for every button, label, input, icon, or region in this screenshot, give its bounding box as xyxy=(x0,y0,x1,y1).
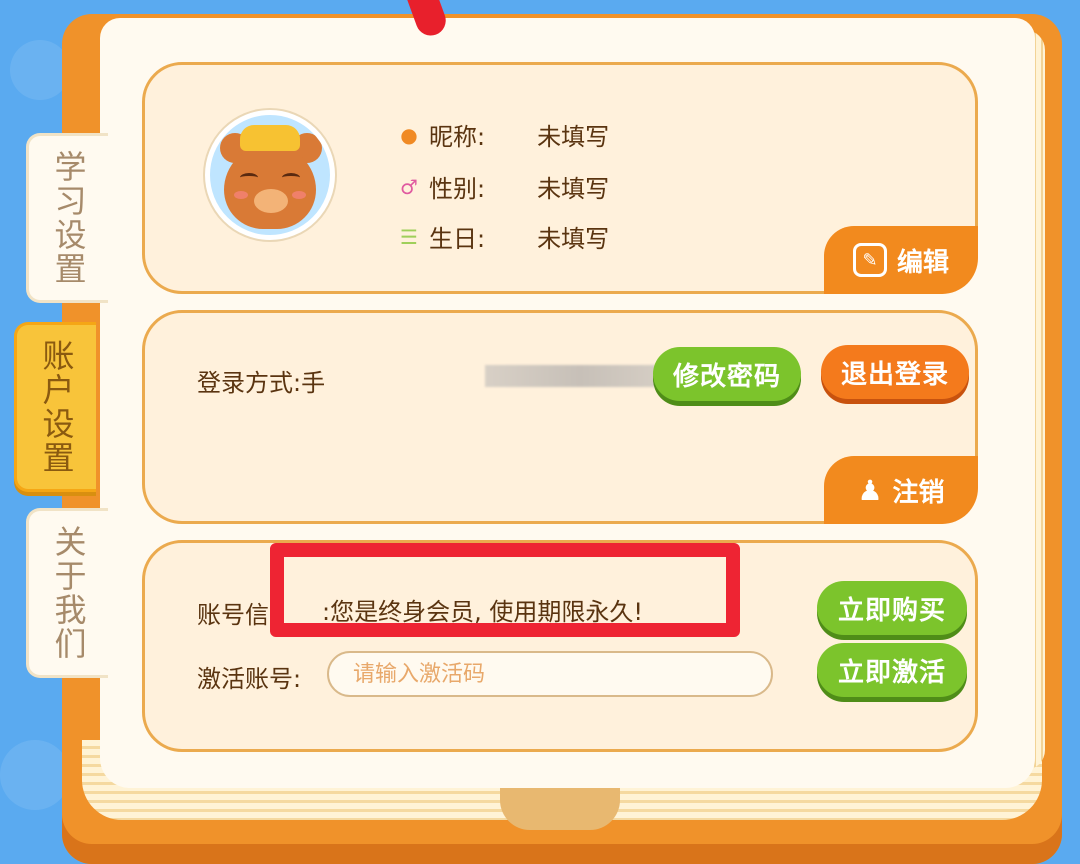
nickname-row: ● 昵称: 未填写 xyxy=(395,117,609,152)
activation-code-input[interactable] xyxy=(327,651,773,697)
cake-icon: ☰ xyxy=(400,224,418,249)
cancel-account-button[interactable]: ♟ 注销 xyxy=(824,456,978,524)
user-remove-icon: ♟ xyxy=(857,473,883,507)
change-password-button[interactable]: 修改密码 xyxy=(653,347,801,401)
background-dot xyxy=(10,40,70,100)
gender-value: 未填写 xyxy=(537,175,610,203)
birthday-label: 生日: xyxy=(429,225,486,253)
gender-label: 性别: xyxy=(429,175,486,203)
tab-study-settings[interactable]: 学习设置 xyxy=(26,133,108,303)
buy-now-button[interactable]: 立即购买 xyxy=(817,581,967,635)
bear-head xyxy=(224,145,316,229)
person-icon: ● xyxy=(400,122,418,147)
bear-cheek xyxy=(292,191,306,199)
logout-button[interactable]: 退出登录 xyxy=(821,345,969,399)
background-dot xyxy=(0,740,70,810)
tab-about-us[interactable]: 关于我们 xyxy=(26,508,108,678)
edit-label: 编辑 xyxy=(896,247,949,278)
bear-eye xyxy=(240,173,258,182)
login-method-label: 登录方式:手 xyxy=(197,369,326,397)
account-card: 登录方式:手 修改密码 退出登录 ♟ 注销 xyxy=(142,310,978,524)
gender-icon: ♂ xyxy=(400,174,418,199)
profile-card: ● 昵称: 未填写 ♂ 性别: 未填写 ☰ 生日: 未填写 ✎ 编辑 xyxy=(142,62,978,294)
bear-snout xyxy=(254,189,288,213)
highlight-annotation-box xyxy=(270,543,740,637)
bear-cheek xyxy=(234,191,248,199)
gender-row: ♂ 性别: 未填写 xyxy=(395,169,609,204)
tab-account-settings[interactable]: 账户设置 xyxy=(14,322,96,492)
activate-now-button[interactable]: 立即激活 xyxy=(817,643,967,697)
bear-avatar-icon[interactable] xyxy=(205,110,335,240)
bear-eye xyxy=(282,173,300,182)
nickname-value: 未填写 xyxy=(537,123,610,151)
edit-icon: ✎ xyxy=(852,243,887,277)
edit-button[interactable]: ✎ 编辑 xyxy=(824,226,978,294)
activate-account-label: 激活账号: xyxy=(197,665,302,693)
cancel-account-label: 注销 xyxy=(892,477,945,508)
masked-phone-number xyxy=(485,365,675,387)
nickname-label: 昵称: xyxy=(429,123,486,151)
birthday-row: ☰ 生日: 未填写 xyxy=(395,219,609,254)
birthday-value: 未填写 xyxy=(537,225,610,253)
account-info-label: 账号信 xyxy=(197,601,269,629)
crown-icon xyxy=(240,125,300,151)
